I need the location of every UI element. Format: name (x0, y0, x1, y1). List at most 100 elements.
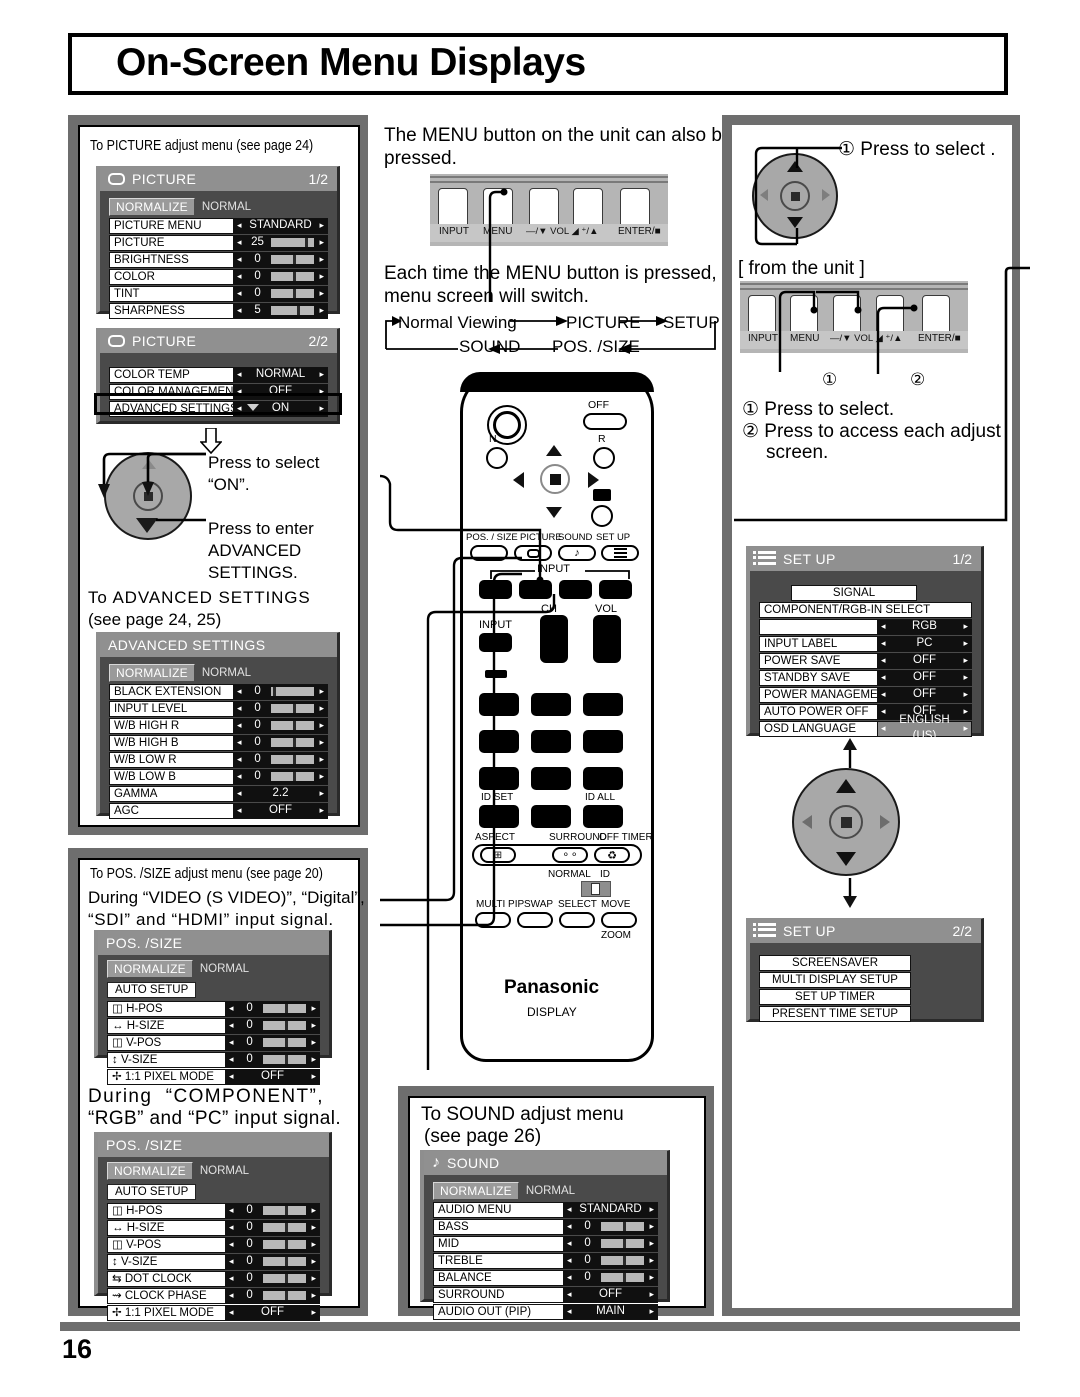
auto-setup-button[interactable]: AUTO SETUP (107, 1184, 197, 1200)
wheel-down-icon[interactable] (836, 852, 856, 866)
power-button[interactable] (493, 411, 521, 439)
table-row[interactable]: ◫ V-POS ◂ 0 ▸ (107, 1237, 320, 1253)
row-value[interactable]: ◂ 0 ▸ (233, 718, 328, 734)
row-value[interactable]: ◂ OFF ▸ (877, 670, 972, 686)
setup-item-set-up-timer[interactable]: SET UP TIMER (759, 989, 911, 1005)
row-value[interactable]: ◂ 0 ▸ (225, 1288, 320, 1304)
row-value[interactable]: ◂ 0 ▸ (233, 735, 328, 751)
wheel-up-icon[interactable] (836, 779, 856, 793)
table-row[interactable]: W/B LOW R ◂ 0 ▸ (109, 752, 328, 768)
row-value[interactable]: ◂ 0 ▸ (233, 752, 328, 768)
wheel-left-icon[interactable] (802, 815, 812, 829)
row-value[interactable]: ◂ 0 ▸ (225, 1001, 320, 1017)
row-value[interactable]: ◂ 0 ▸ (225, 1052, 320, 1068)
row-value[interactable]: ◂ 5 ▸ (233, 303, 328, 319)
table-row[interactable]: MID ◂ 0 ▸ (433, 1236, 658, 1252)
table-row[interactable]: GAMMA ◂ 2.2 ▸ (109, 786, 328, 802)
table-row[interactable]: ✢ 1:1 PIXEL MODE ◂ OFF ▸ (107, 1305, 320, 1321)
table-row[interactable]: PICTURE ◂ 25 ▸ (109, 235, 328, 251)
setup-item-screensaver[interactable]: SCREENSAVER (759, 955, 911, 971)
table-row[interactable]: COLOR ◂ 0 ▸ (109, 269, 328, 285)
signal-button[interactable]: SIGNAL (791, 585, 917, 601)
row-value[interactable]: ◂ 0 ▸ (233, 684, 328, 700)
wheel-right-icon[interactable] (880, 815, 890, 829)
table-row[interactable]: ↕ V-SIZE ◂ 0 ▸ (107, 1254, 320, 1270)
row-value[interactable]: ◂ 0 ▸ (233, 769, 328, 785)
table-row[interactable]: ⇆ DOT CLOCK ◂ 0 ▸ (107, 1271, 320, 1287)
normalize-button[interactable]: NORMALIZE (109, 663, 195, 682)
row-value[interactable]: ◂ PC ▸ (877, 636, 972, 652)
row-value[interactable]: ◂ RGB ▸ (877, 619, 972, 635)
table-row[interactable]: ◫ H-POS ◂ 0 ▸ (107, 1001, 320, 1017)
row-value[interactable]: ◂ 0 ▸ (233, 701, 328, 717)
row-value[interactable]: ◂ 0 ▸ (563, 1236, 658, 1252)
row-value[interactable]: ◂ 0 ▸ (225, 1237, 320, 1253)
wheel-enter-button[interactable] (829, 805, 863, 839)
table-row[interactable]: BALANCE ◂ 0 ▸ (433, 1270, 658, 1286)
normalize-button[interactable]: NORMALIZE (107, 1161, 193, 1180)
table-row[interactable]: ✢ 1:1 PIXEL MODE ◂ OFF ▸ (107, 1069, 320, 1085)
setup-item-multi-display-setup[interactable]: MULTI DISPLAY SETUP (759, 972, 911, 988)
table-row[interactable]: TREBLE ◂ 0 ▸ (433, 1253, 658, 1269)
table-row[interactable]: POWER SAVE ◂ OFF ▸ (759, 653, 972, 669)
row-value[interactable]: ◂ OFF ▸ (225, 1305, 320, 1321)
row-value[interactable]: ◂ OFF ▸ (225, 1069, 320, 1085)
row-value[interactable]: ◂ 0 ▸ (563, 1219, 658, 1235)
row-value[interactable]: ◂ 0 ▸ (233, 269, 328, 285)
row-value[interactable]: ◂ 0 ▸ (225, 1203, 320, 1219)
table-row[interactable]: OSD LANGUAGE ◂ ENGLISH (US) ▸ (759, 714, 972, 742)
table-row[interactable]: AUDIO MENU ◂ STANDARD ▸ (433, 1202, 658, 1218)
navigation-wheel-right-bottom[interactable] (792, 768, 904, 880)
table-row[interactable]: BASS ◂ 0 ▸ (433, 1219, 658, 1235)
row-value[interactable]: ◂ NORMAL ▸ (233, 367, 328, 383)
table-row[interactable]: COLOR TEMP ◂ NORMAL ▸ (109, 367, 328, 383)
off-button[interactable] (583, 413, 627, 430)
table-row[interactable]: BLACK EXTENSION ◂ 0 ▸ (109, 684, 328, 700)
table-row[interactable]: SHARPNESS ◂ 5 ▸ (109, 303, 328, 319)
table-row[interactable]: ↔ H-SIZE ◂ 0 ▸ (107, 1220, 320, 1236)
table-row[interactable]: ↔ H-SIZE ◂ 0 ▸ (107, 1018, 320, 1034)
normalize-button[interactable]: NORMALIZE (433, 1181, 519, 1200)
table-row[interactable]: AUDIO OUT (PIP) ◂ MAIN ▸ (433, 1304, 658, 1320)
table-row[interactable]: AGC ◂ OFF ▸ (109, 803, 328, 819)
row-value[interactable]: ◂ 0 ▸ (563, 1253, 658, 1269)
table-row[interactable]: BRIGHTNESS ◂ 0 ▸ (109, 252, 328, 268)
row-value[interactable]: ◂ 0 ▸ (225, 1220, 320, 1236)
remote-up-icon[interactable] (546, 445, 562, 456)
table-row[interactable]: PICTURE MENU ◂ STANDARD ▸ (109, 218, 328, 234)
setup-item-present-time-setup[interactable]: PRESENT TIME SETUP (759, 1006, 911, 1022)
table-row[interactable]: W/B HIGH B ◂ 0 ▸ (109, 735, 328, 751)
normalize-button[interactable]: NORMALIZE (109, 197, 195, 216)
row-value[interactable]: ◂ 0 ▸ (225, 1271, 320, 1287)
normalize-button[interactable]: NORMALIZE (107, 959, 193, 978)
row-value[interactable]: ◂ 0 ▸ (563, 1270, 658, 1286)
row-value[interactable]: ◂ 0 ▸ (225, 1254, 320, 1270)
table-row[interactable]: INPUT LABEL ◂ PC ▸ (759, 636, 972, 652)
row-value[interactable]: ◂ STANDARD ▸ (563, 1202, 658, 1218)
table-row[interactable]: POWER MANAGEMENT◂OFF▸ (759, 687, 972, 703)
row-value[interactable]: ◂ ENGLISH (US) ▸ (877, 714, 972, 742)
table-row[interactable]: ⇝ CLOCK PHASE ◂ 0 ▸ (107, 1288, 320, 1304)
table-row[interactable]: ◫ V-POS ◂ 0 ▸ (107, 1035, 320, 1051)
row-value[interactable]: ◂ OFF ▸ (233, 803, 328, 819)
row-value[interactable]: ◂ 0 ▸ (233, 286, 328, 302)
table-row[interactable]: ↕ V-SIZE ◂ 0 ▸ (107, 1052, 320, 1068)
row-value[interactable]: ◂ 2.2 ▸ (233, 786, 328, 802)
r-button[interactable] (593, 447, 615, 469)
table-row[interactable]: ◫ H-POS ◂ 0 ▸ (107, 1203, 320, 1219)
row-value[interactable]: ◂ 0 ▸ (225, 1035, 320, 1051)
table-row[interactable]: INPUT LEVEL ◂ 0 ▸ (109, 701, 328, 717)
table-row[interactable]: STANDBY SAVE ◂ OFF ▸ (759, 670, 972, 686)
row-value[interactable]: ◂ 0 ▸ (233, 252, 328, 268)
row-value[interactable]: ◂ 25 ▸ (233, 235, 328, 251)
table-row[interactable]: W/B HIGH R ◂ 0 ▸ (109, 718, 328, 734)
table-row[interactable]: TINT ◂ 0 ▸ (109, 286, 328, 302)
row-value[interactable]: ◂ OFF ▸ (877, 653, 972, 669)
row-value[interactable]: ◂ MAIN ▸ (563, 1304, 658, 1320)
table-row[interactable]: W/B LOW B ◂ 0 ▸ (109, 769, 328, 785)
row-value[interactable]: ◂ 0 ▸ (225, 1018, 320, 1034)
table-row[interactable]: ◂ RGB ▸ (759, 619, 972, 635)
auto-setup-button[interactable]: AUTO SETUP (107, 982, 197, 998)
n-button[interactable] (486, 447, 508, 469)
row-value[interactable]: ◂ OFF ▸ (877, 687, 972, 703)
